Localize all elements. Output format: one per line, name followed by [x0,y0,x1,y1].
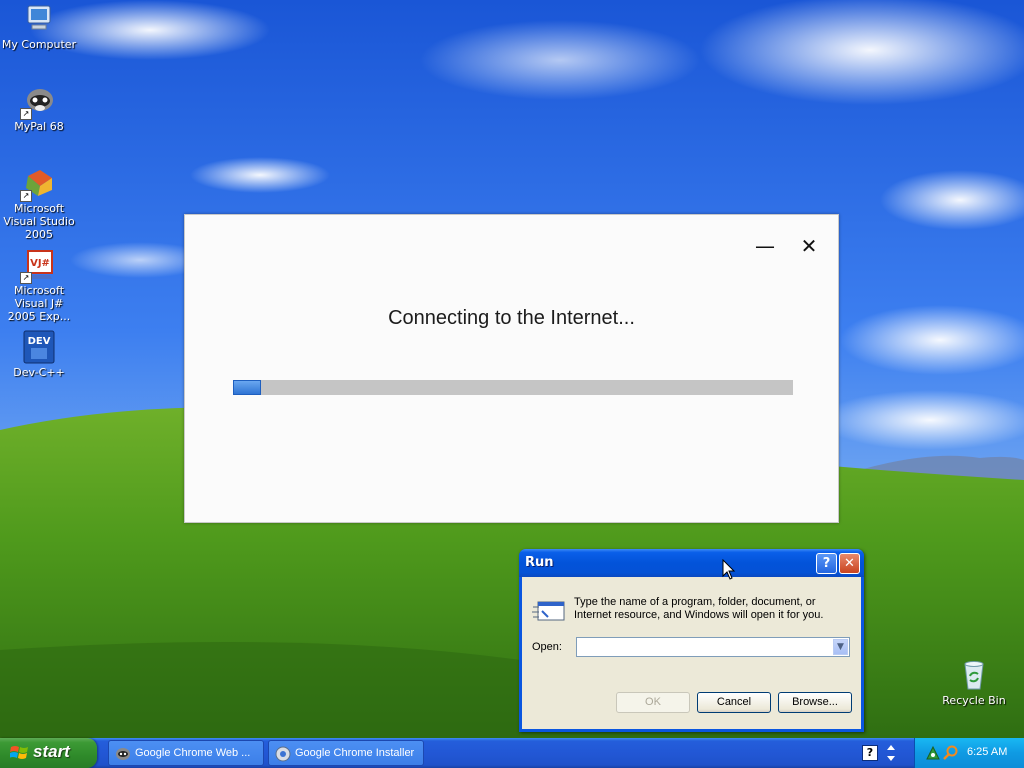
taskbar-item-chrome-web[interactable]: Google Chrome Web ... [108,740,264,766]
chevron-down-icon[interactable]: ▼ [833,639,848,655]
recycle-bin-icon [957,658,991,692]
run-dialog-title: Run [525,555,554,570]
run-open-combobox[interactable]: ▼ [576,637,850,657]
run-titlebar[interactable]: Run ? ✕ [519,549,864,577]
mypal-raccoon-icon: ↗ [20,84,56,120]
taskbar-item-label: Google Chrome Web ... [135,747,251,759]
desktop-icon-label: Dev-C++ [13,366,65,379]
installer-close-button[interactable]: ✕ [797,235,821,259]
cancel-button[interactable]: Cancel [697,692,771,713]
desktop-icon-label: Recycle Bin [942,694,1006,707]
taskbar-item-chrome-installer[interactable]: Google Chrome Installer [268,740,424,766]
shortcut-arrow-icon: ↗ [20,108,32,120]
shortcut-arrow-icon: ↗ [20,190,32,202]
run-program-icon [532,597,566,625]
search-tray-icon[interactable] [943,745,959,761]
desktop: My Computer ↗ MyPal 68 ↗ Microsoft Visua… [0,0,1024,738]
mouse-cursor-icon [722,559,736,580]
desktop-icon-label: MyPal 68 [14,120,64,133]
start-label: start [33,742,70,761]
ok-button[interactable]: OK [616,692,690,713]
windows-logo-icon [10,746,28,759]
installer-app-icon [275,746,291,762]
clock[interactable]: 6:25 AM [967,746,1007,758]
shortcut-arrow-icon: ↗ [20,272,32,284]
taskbar: start Google Chrome Web ... Google Chrom… [0,738,1024,768]
run-close-button[interactable]: ✕ [839,553,860,574]
help-icon[interactable]: ? [862,745,878,761]
run-help-button[interactable]: ? [816,553,837,574]
desktop-icon-visual-studio-2005[interactable]: ↗ Microsoft Visual Studio 2005 [0,166,78,241]
installer-minimize-button[interactable]: — [753,235,777,259]
chrome-installer-window: — ✕ Connecting to the Internet... [184,214,839,523]
visual-studio-icon: ↗ [20,166,56,202]
installer-status-text: Connecting to the Internet... [388,307,635,329]
my-computer-icon [22,2,56,36]
desktop-icon-my-computer[interactable]: My Computer [0,2,78,51]
desktop-icon-label: My Computer [1,38,77,51]
run-description: Type the name of a program, folder, docu… [574,596,824,621]
installer-progress-bar [233,380,793,395]
system-tray: 6:25 AM [914,738,1024,768]
run-dialog-body: Type the name of a program, folder, docu… [522,577,861,729]
browse-button[interactable]: Browse... [778,692,852,713]
desktop-icon-recycle-bin[interactable]: Recycle Bin [935,658,1013,707]
start-button[interactable]: start [0,738,97,768]
run-dialog: Run ? ✕ Type the name of a program, fold… [519,549,864,732]
desktop-icon-label: Microsoft Visual Studio 2005 [3,202,75,241]
scroll-arrows-icon[interactable] [884,743,898,763]
desktop-icon-dev-cpp[interactable]: DEV Dev-C++ [0,330,78,379]
vj-badge-text: VJ# [30,258,50,269]
dev-badge-text: DEV [28,336,51,347]
installer-progress-fill [233,380,261,395]
desktop-icon-label: Microsoft Visual J# 2005 Exp... [7,284,71,323]
taskbar-item-label: Google Chrome Installer [295,747,415,759]
run-open-input[interactable] [579,639,829,655]
raccoon-app-icon [116,748,130,760]
desktop-icon-visual-jsharp[interactable]: VJ# ↗ Microsoft Visual J# 2005 Exp... [0,248,78,323]
network-tray-icon[interactable] [925,745,941,761]
desktop-icon-mypal[interactable]: ↗ MyPal 68 [0,84,78,133]
run-open-label: Open: [532,641,562,653]
dev-cpp-icon: DEV [22,330,56,364]
visual-jsharp-icon: VJ# ↗ [20,248,56,284]
